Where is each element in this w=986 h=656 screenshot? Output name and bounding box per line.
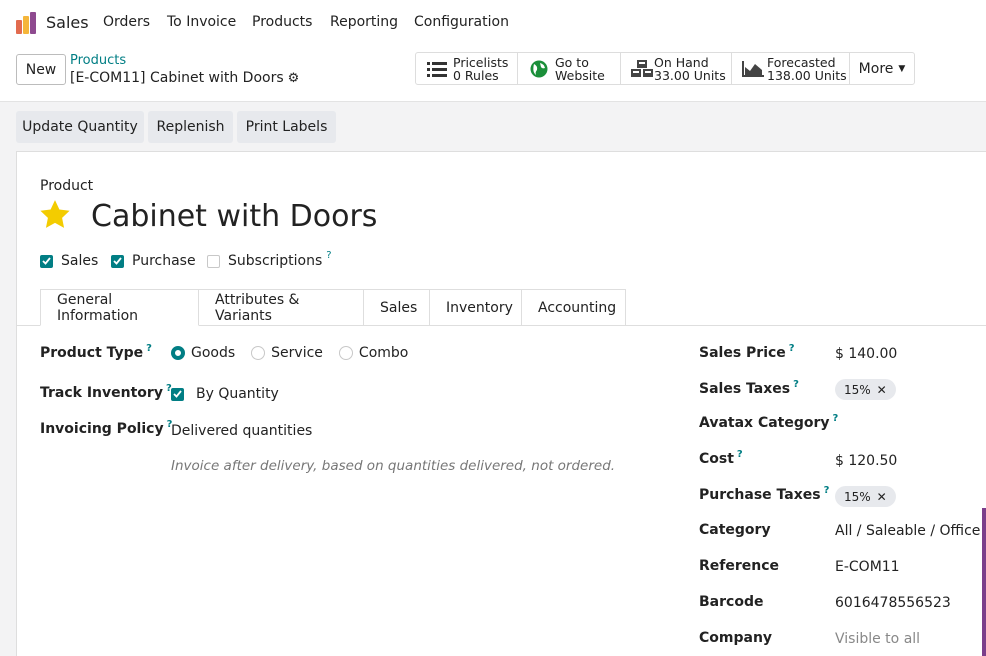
radio-service-label[interactable]: Service <box>271 345 323 361</box>
category-label: Category <box>699 522 771 538</box>
track-inventory-label: Track Inventory? <box>40 383 172 401</box>
nav-orders[interactable]: Orders <box>103 14 150 30</box>
product-type-label: Product Type? <box>40 343 152 361</box>
record-title-text: [E-COM11] Cabinet with Doors <box>70 70 284 86</box>
product-type-radio: Goods Service Combo <box>171 345 408 361</box>
invoicing-policy-select[interactable]: Delivered quantities <box>171 423 312 439</box>
sales-price-field[interactable]: $ 140.00 <box>835 346 897 362</box>
help-icon[interactable]: ? <box>793 379 799 390</box>
nav-to-invoice[interactable]: To Invoice <box>167 14 236 30</box>
smart-button-on-hand[interactable]: On Hand 33.00 Units <box>620 52 732 85</box>
barcode-field[interactable]: 6016478556523 <box>835 595 951 611</box>
more-button[interactable]: More ▼ <box>849 52 915 85</box>
help-icon[interactable]: ? <box>833 413 839 424</box>
top-navbar: Sales Orders To Invoice Products Reporti… <box>0 0 986 46</box>
purchase-checkbox-label: Purchase <box>132 253 196 269</box>
tab-sales[interactable]: Sales <box>364 289 430 326</box>
track-inventory-checkbox[interactable]: By Quantity <box>171 386 279 402</box>
update-quantity-button[interactable]: Update Quantity <box>16 111 144 143</box>
company-label: Company <box>699 630 773 646</box>
barcode-label: Barcode <box>699 594 764 610</box>
scroll-edge-bar <box>982 508 986 656</box>
radio-service[interactable] <box>251 346 266 360</box>
tab-attributes-variants[interactable]: Attributes & Variants <box>199 289 364 326</box>
invoicing-policy-hint: Invoice after delivery, based on quantit… <box>171 458 616 474</box>
invoicing-policy-label: Invoicing Policy? <box>40 419 173 437</box>
cost-field[interactable]: $ 120.50 <box>835 453 897 469</box>
check-icon <box>171 387 184 401</box>
smart-line1: Go to <box>555 54 589 70</box>
category-field[interactable]: All / Saleable / Office Fu <box>835 523 986 539</box>
new-button[interactable]: New <box>16 54 66 85</box>
smart-button-forecasted[interactable]: Forecasted 138.00 Units <box>731 52 850 85</box>
sales-checkbox-label: Sales <box>61 253 99 269</box>
reference-label: Reference <box>699 558 780 574</box>
smart-line2: 33.00 Units <box>654 67 726 83</box>
purchase-tax-tag[interactable]: 15% ✕ <box>835 486 896 507</box>
purchase-taxes-label: Purchase Taxes? <box>699 485 830 503</box>
cost-label: Cost? <box>699 449 743 467</box>
avatax-category-label: Avatax Category? <box>699 413 839 431</box>
breadcrumb-products[interactable]: Products <box>70 53 126 68</box>
smart-line1: Forecasted <box>767 54 836 70</box>
smart-line2: 138.00 Units <box>767 67 847 83</box>
app-name[interactable]: Sales <box>46 13 89 32</box>
gear-icon[interactable]: ⚙ <box>288 71 300 86</box>
track-inventory-value[interactable]: By Quantity <box>196 386 279 402</box>
globe-icon <box>527 59 551 79</box>
star-icon[interactable] <box>38 198 72 232</box>
tag-label: 15% <box>844 489 871 504</box>
subscriptions-checkbox[interactable]: Subscriptions? <box>207 250 332 269</box>
help-icon[interactable]: ? <box>824 485 830 496</box>
reference-field[interactable]: E-COM11 <box>835 559 900 575</box>
print-labels-button[interactable]: Print Labels <box>237 111 336 143</box>
nav-products[interactable]: Products <box>252 14 312 30</box>
more-label: More <box>858 60 894 77</box>
smart-line1: Pricelists <box>453 54 509 70</box>
radio-goods-label[interactable]: Goods <box>191 345 235 361</box>
tab-accounting[interactable]: Accounting <box>522 289 626 326</box>
smart-line2: 0 Rules <box>453 67 499 83</box>
list-icon <box>425 59 449 79</box>
sales-app-icon[interactable] <box>16 12 38 34</box>
smart-line1: On Hand <box>654 54 709 70</box>
radio-goods[interactable] <box>171 346 185 360</box>
tab-general-information[interactable]: General Information <box>40 289 199 326</box>
control-panel: New Products [E-COM11] Cabinet with Door… <box>0 46 986 102</box>
product-label: Product <box>40 178 94 194</box>
radio-combo[interactable] <box>338 346 353 360</box>
sales-tax-tag[interactable]: 15% ✕ <box>835 379 896 400</box>
help-icon[interactable]: ? <box>737 449 743 460</box>
nav-configuration[interactable]: Configuration <box>414 14 509 30</box>
check-icon <box>111 254 124 268</box>
company-field[interactable]: Visible to all <box>835 631 920 647</box>
help-icon[interactable]: ? <box>146 343 152 354</box>
area-chart-icon <box>741 59 765 79</box>
replenish-button[interactable]: Replenish <box>148 111 233 143</box>
notebook-tabs: General Information Attributes & Variant… <box>40 289 626 326</box>
caret-down-icon: ▼ <box>898 63 906 74</box>
subscriptions-checkbox-label: Subscriptions <box>228 253 323 269</box>
sales-checkbox[interactable]: Sales <box>40 253 98 269</box>
purchase-checkbox[interactable]: Purchase <box>111 253 196 269</box>
help-icon[interactable]: ? <box>789 343 795 354</box>
tag-label: 15% <box>844 382 871 397</box>
smart-line2: Website <box>555 67 605 83</box>
checkbox-box <box>207 254 220 268</box>
record-title: [E-COM11] Cabinet with Doors ⚙ <box>70 70 299 86</box>
sales-price-label: Sales Price? <box>699 343 795 361</box>
close-icon[interactable]: ✕ <box>877 490 887 504</box>
smart-button-pricelists[interactable]: Pricelists 0 Rules <box>415 52 518 85</box>
product-name[interactable]: Cabinet with Doors <box>91 199 377 234</box>
cubes-icon <box>630 59 654 79</box>
check-icon <box>40 254 53 268</box>
smart-button-website[interactable]: Go to Website <box>517 52 621 85</box>
tab-inventory[interactable]: Inventory <box>430 289 522 326</box>
sales-taxes-label: Sales Taxes? <box>699 379 799 397</box>
help-icon[interactable]: ? <box>326 250 331 261</box>
radio-combo-label[interactable]: Combo <box>359 345 408 361</box>
nav-reporting[interactable]: Reporting <box>330 14 398 30</box>
close-icon[interactable]: ✕ <box>877 383 887 397</box>
